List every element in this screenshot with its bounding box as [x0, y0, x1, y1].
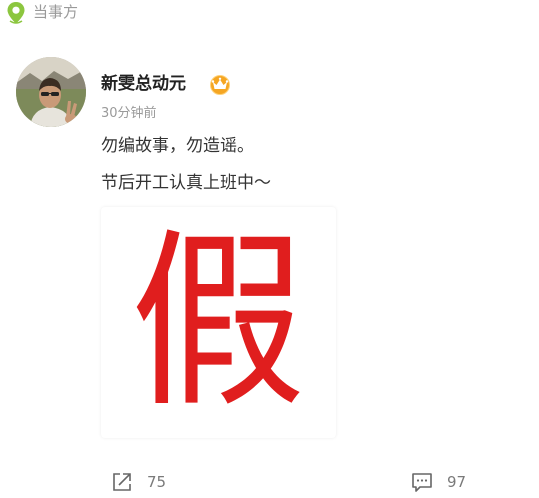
action-bar: 75 97	[0, 462, 539, 493]
post-image[interactable]: 假	[101, 207, 336, 438]
top-bar: 当事方	[0, 0, 539, 28]
share-count: 75	[147, 473, 167, 491]
share-icon	[110, 470, 134, 494]
post-timestamp: 30分钟前	[101, 106, 157, 121]
post-text-line-1: 勿编故事，勿造谣。	[101, 136, 254, 156]
post-image-character: 假	[131, 211, 306, 433]
post-text-line-2: 节后开工认真上班中～	[101, 173, 271, 193]
location-label[interactable]: 当事方	[33, 2, 78, 22]
author-avatar[interactable]	[16, 57, 86, 127]
comment-count: 97	[447, 473, 467, 491]
share-button[interactable]: 75	[110, 470, 166, 494]
vip-crown-icon	[208, 73, 232, 95]
location-pin-icon	[6, 1, 26, 25]
comment-button[interactable]: 97	[410, 470, 466, 494]
author-name[interactable]: 新雯总动元	[101, 73, 186, 95]
comment-icon	[410, 470, 434, 494]
